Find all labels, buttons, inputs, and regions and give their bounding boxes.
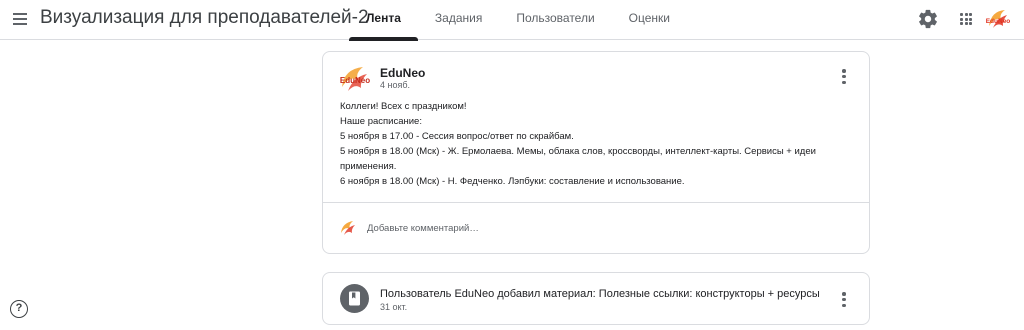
post-header: EduNeo EduNeo 4 нояб. [323,52,869,97]
top-app-bar: Визуализация для преподавателей-2 Лента … [0,0,1024,41]
author-avatar-eduneo-logo: EduNeo [339,63,371,95]
material-date: 31 окт. [380,302,408,312]
author-avatar-text: EduNeo [340,76,370,85]
announcement-card: EduNeo EduNeo 4 нояб. Коллеги! Всех с пр… [322,51,870,254]
tab-stream[interactable]: Лента [349,0,418,41]
post-line: 6 ноября в 18.00 (Мск) - Н. Федченко. Лэ… [340,176,685,187]
post-date: 4 нояб. [380,80,411,90]
class-title[interactable]: Визуализация для преподавателей-2 [40,7,369,29]
post-body: Коллеги! Всех с праздником! Наше расписа… [340,99,840,189]
book-icon [340,284,369,313]
material-title[interactable]: Пользователь EduNeo добавил материал: По… [380,288,820,300]
post-line: 5 ноября в 18.00 (Мск) - Ж. Ермолаева. М… [340,146,816,172]
account-logo-text: EduNeo [986,18,1011,25]
post-line: Коллеги! Всех с праздником! [340,101,467,112]
gear-icon[interactable] [917,8,939,30]
material-card[interactable]: Пользователь EduNeo добавил материал: По… [322,272,870,325]
hamburger-menu-icon[interactable] [11,10,29,28]
class-tabs: Лента Задания Пользователи Оценки [349,0,687,41]
tab-grades[interactable]: Оценки [612,0,687,40]
more-vert-icon[interactable] [835,290,853,312]
post-line: Наше расписание: [340,116,422,127]
tab-people[interactable]: Пользователи [499,0,611,40]
divider [323,202,869,203]
post-author: EduNeo [380,66,426,80]
tab-classwork[interactable]: Задания [418,0,499,40]
more-vert-icon[interactable] [835,67,853,89]
help-icon[interactable]: ? [10,300,28,318]
commenter-avatar-eduneo-logo [339,219,357,237]
comment-input[interactable] [367,221,787,235]
post-line: 5 ноября в 17.00 - Сессия вопрос/ответ п… [340,131,574,142]
apps-grid-icon[interactable] [955,8,977,30]
account-avatar-eduneo-logo[interactable]: EduNeo [985,6,1011,32]
